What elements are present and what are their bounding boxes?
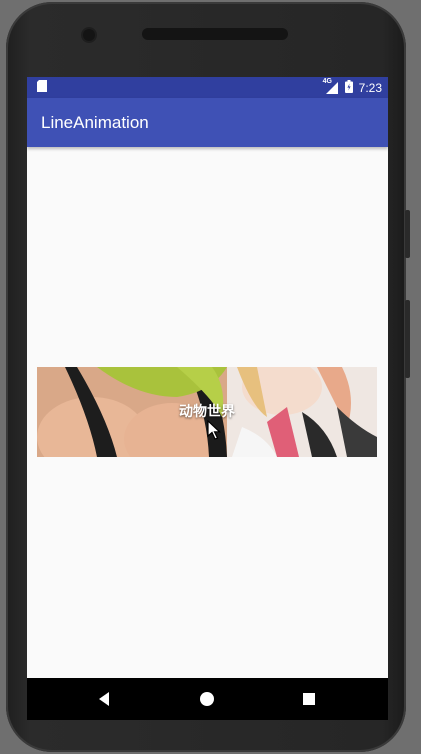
back-icon[interactable] [95, 689, 115, 709]
app-title: LineAnimation [41, 112, 149, 132]
app-bar: LineAnimation [27, 98, 388, 147]
mouse-cursor-icon [207, 420, 221, 440]
sd-card-icon [37, 80, 47, 95]
device-screen: 4G 7:23 LineAnimation 动物世界 [27, 77, 388, 720]
battery-icon [344, 79, 353, 96]
banner-image[interactable]: 动物世界 [37, 367, 377, 457]
status-bar: 4G 7:23 [27, 77, 388, 98]
signal-icon: 4G [323, 78, 339, 95]
front-camera [83, 29, 95, 41]
clock: 7:23 [358, 80, 382, 95]
home-icon[interactable] [197, 689, 217, 709]
power-button[interactable] [405, 210, 410, 258]
navigation-bar [27, 678, 388, 720]
recents-icon[interactable] [299, 689, 319, 709]
banner-caption: 动物世界 [179, 403, 235, 419]
volume-rocker[interactable] [405, 300, 410, 378]
earpiece-speaker [142, 28, 288, 40]
